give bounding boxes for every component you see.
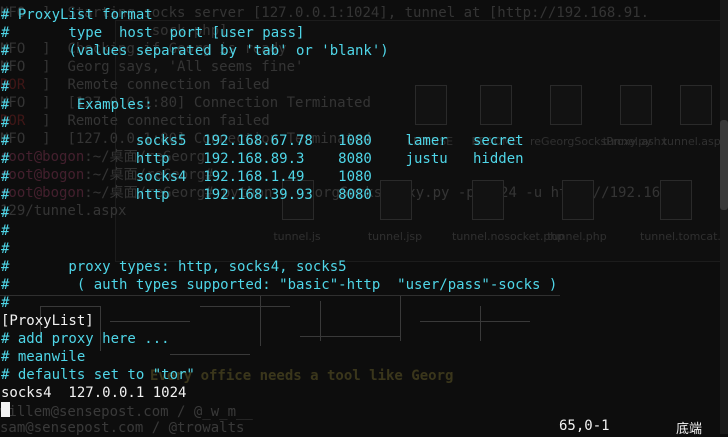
config-line: # meanwile <box>1 349 86 365</box>
config-line: # socks5 192.168.67.78 1080 lamer secret <box>1 133 524 149</box>
config-line: # ( auth types supported: "basic"-http "… <box>1 277 558 293</box>
config-line: # <box>1 295 10 311</box>
config-line: # <box>1 241 10 257</box>
terminal-editor[interactable]: # ProxyList format # type host port [user… <box>0 0 728 434</box>
config-line: # http 192.168.39.93 8080 <box>1 187 372 203</box>
scrollbar-thumb[interactable] <box>720 120 728 210</box>
cursor-position: 65,0-1 <box>559 418 610 434</box>
config-line: # <box>1 223 10 239</box>
config-line: # proxy types: http, socks4, socks5 <box>1 259 347 275</box>
vim-status-line: 65,0-1 底端 <box>0 418 728 437</box>
terminal-scrollbar[interactable] <box>720 0 728 434</box>
config-line: # <box>1 115 10 131</box>
config-line: # (values separated by 'tab' or 'blank') <box>1 43 389 59</box>
config-line: # <box>1 61 10 77</box>
config-line: # <box>1 79 10 95</box>
scroll-indicator: 底端 <box>676 422 703 437</box>
config-line: # ProxyList format <box>1 7 153 23</box>
config-line: [ProxyList] <box>1 313 94 329</box>
config-line: # http 192.168.89.3 8080 justu hidden <box>1 151 524 167</box>
config-line: # <box>1 205 10 221</box>
text-cursor <box>1 402 10 417</box>
config-line: socks4 127.0.0.1 1024 <box>1 385 187 401</box>
config-line: # type host port [user pass] <box>1 25 305 41</box>
config-line: # defaults set to "tor" <box>1 367 195 383</box>
config-line: # Examples: <box>1 97 153 113</box>
config-line: # add proxy here ... <box>1 331 170 347</box>
config-line: # socks4 192.168.1.49 1080 <box>1 169 372 185</box>
